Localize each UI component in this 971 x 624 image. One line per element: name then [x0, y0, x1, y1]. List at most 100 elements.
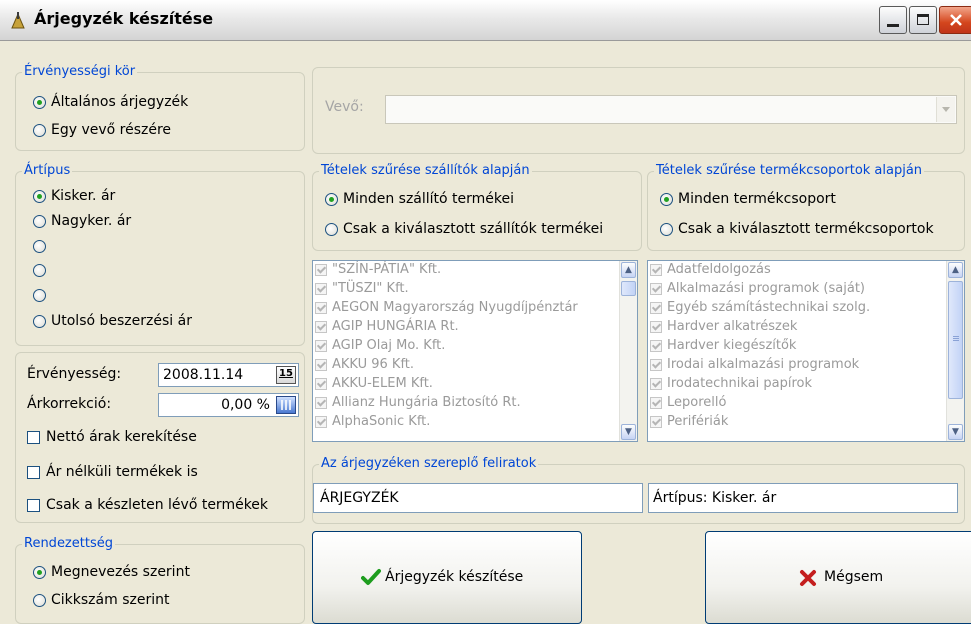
checkbox-icon — [650, 302, 662, 314]
cancel-button[interactable]: Mégsem — [705, 531, 971, 624]
list-item-label: Irodatechnikai papírok — [667, 376, 813, 391]
caption-title-value: ÁRJEGYZÉK — [320, 490, 399, 506]
create-pricelist-label: Árjegyzék készítése — [385, 569, 524, 585]
radio-label: Minden szállító termékei — [343, 191, 515, 207]
grip-icon — [953, 336, 959, 342]
price-type-title: Ártípus — [22, 163, 73, 178]
customer-label: Vevő: — [325, 99, 364, 115]
validity-date-field[interactable]: 2008.11.14 15 — [158, 363, 299, 387]
list-item-label: Hardver alkatrészek — [667, 319, 798, 334]
radio-label: Kisker. ár — [51, 188, 116, 204]
supplier-list-scrollbar[interactable]: ▲ ▼ — [619, 261, 637, 441]
supplier-list[interactable]: "SZÍN-PÁTIA" Kft. "TÜSZI" Kft. AEGON Mag… — [312, 260, 638, 442]
group-filter-group: Tételek szűrése termékcsoportok alapján — [647, 163, 965, 251]
radio-label: Utolsó beszerzési ár — [51, 313, 192, 329]
calculator-button[interactable] — [276, 396, 296, 414]
radio-dot — [37, 570, 42, 575]
scroll-down-button[interactable]: ▼ — [948, 424, 963, 440]
window-title: Árjegyzék készítése — [34, 9, 214, 28]
radio-label: Csak a kiválasztott szállítók termékei — [343, 221, 604, 237]
chevron-down-icon — [942, 107, 950, 112]
radio-label: Cikkszám szerint — [51, 592, 170, 608]
radio-circle — [33, 96, 46, 109]
scroll-down-button[interactable]: ▼ — [621, 424, 636, 440]
radio-circle — [325, 223, 338, 236]
close-icon — [950, 14, 962, 26]
checkmark-icon — [361, 569, 381, 585]
supplier-filter-title: Tételek szűrése szállítók alapján — [319, 163, 532, 178]
radio-dot — [37, 194, 42, 199]
caption-price-type-value: Ártípus: Kisker. ár — [653, 490, 777, 506]
radio-circle — [33, 190, 46, 203]
radio-circle — [325, 193, 338, 206]
list-item-label: AEGON Magyarország Nyugdíjpénztár — [332, 300, 578, 315]
radio-circle — [33, 315, 46, 328]
checkbox-icon — [650, 378, 662, 390]
list-item-label: Alkalmazási programok (saját) — [667, 281, 865, 296]
checkbox-icon — [315, 397, 327, 409]
list-item-label: "SZÍN-PÁTIA" Kft. — [332, 262, 442, 277]
product-group-list[interactable]: Adatfeldolgozás Alkalmazási programok (s… — [647, 260, 965, 442]
checkbox-icon — [315, 378, 327, 390]
radio-circle — [33, 566, 46, 579]
checkbox-label: Csak a készleten lévő termékek — [46, 497, 269, 513]
scroll-thumb[interactable] — [948, 281, 963, 399]
price-correction-field[interactable]: 0,00 % — [158, 393, 299, 417]
price-correction-label: Árkorrekció: — [27, 396, 112, 412]
calculator-icon — [281, 400, 291, 410]
radio-label: Csak a kiválasztott termékcsoportok — [678, 221, 934, 237]
title-bar[interactable]: Árjegyzék készítése — [0, 0, 971, 41]
close-button[interactable] — [939, 6, 971, 34]
radio-label: Általános árjegyzék — [51, 94, 189, 110]
checkbox-icon — [650, 397, 662, 409]
checkbox-icon — [650, 264, 662, 276]
main-window: Árjegyzék készítése Érvényességi kör Ált… — [0, 0, 971, 624]
customer-combobox[interactable] — [385, 95, 957, 124]
list-item-label: Allianz Hungária Biztosító Rt. — [332, 395, 521, 410]
calendar-icon: 15 — [279, 368, 293, 379]
supplier-filter-group: Tételek szűrése szállítók alapján — [312, 163, 642, 251]
minimize-icon — [887, 24, 899, 27]
validity-scope-group: Érvényességi kör — [15, 64, 305, 151]
create-pricelist-button[interactable]: Árjegyzék készítése — [312, 531, 582, 624]
radio-circle — [660, 193, 673, 206]
chevron-up-icon: ▲ — [952, 265, 959, 275]
list-item-label: AGIP HUNGÁRIA Rt. — [332, 319, 459, 334]
list-item-label: Adatfeldolgozás — [667, 262, 771, 277]
list-item-label: Leporelló — [667, 395, 727, 410]
radio-dot — [37, 100, 42, 105]
checkbox-icon — [315, 264, 327, 276]
cross-icon — [800, 570, 816, 586]
list-item-label: AGIP Olaj Mo. Kft. — [332, 338, 446, 353]
scroll-up-button[interactable]: ▲ — [621, 262, 636, 278]
checkbox-box — [27, 431, 40, 444]
radio-circle — [33, 215, 46, 228]
list-item-label: Perifériák — [667, 414, 729, 429]
checkbox-icon — [315, 302, 327, 314]
radio-label: Megnevezés szerint — [51, 564, 190, 580]
list-item-label: Irodai alkalmazási programok — [667, 357, 860, 372]
minimize-button[interactable] — [879, 6, 907, 34]
radio-circle — [33, 124, 46, 137]
checkbox-icon — [650, 359, 662, 371]
calendar-button[interactable]: 15 — [276, 366, 296, 384]
checkbox-box — [27, 499, 40, 512]
customer-dropdown-button[interactable] — [936, 97, 955, 122]
checkbox-icon — [650, 416, 662, 428]
chevron-down-icon: ▼ — [625, 427, 632, 437]
list-item-label: AKKU-ELEM Kft. — [332, 376, 433, 391]
scroll-up-button[interactable]: ▲ — [948, 262, 963, 278]
checkbox-icon — [315, 340, 327, 352]
checkbox-icon — [650, 283, 662, 295]
radio-label: Minden termékcsoport — [678, 191, 836, 207]
group-list-scrollbar[interactable]: ▲ ▼ — [946, 261, 964, 441]
caption-title-field[interactable]: ÁRJEGYZÉK — [313, 483, 643, 513]
scroll-thumb[interactable] — [621, 281, 636, 296]
caption-price-type-field[interactable]: Ártípus: Kisker. ár — [648, 483, 958, 513]
radio-circle — [33, 289, 46, 302]
radio-label: Egy vevő részére — [51, 122, 172, 138]
checkbox-icon — [650, 321, 662, 333]
maximize-button[interactable] — [909, 6, 937, 34]
sorting-title: Rendezettség — [22, 536, 115, 551]
checkbox-label: Nettó árak kerekítése — [46, 429, 197, 445]
